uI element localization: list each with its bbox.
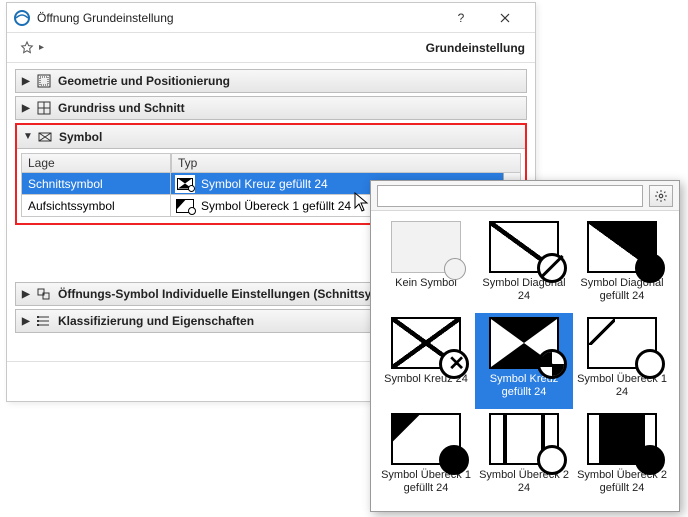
tile-ubereck2-gefuellt[interactable]: Symbol Übereck 2 gefüllt 24 xyxy=(573,409,671,505)
window-title: Öffnung Grundeinstellung xyxy=(37,11,439,25)
classification-icon xyxy=(34,314,54,328)
favorites-dropdown-icon[interactable]: ▸ xyxy=(39,42,44,53)
cell-lage: Aufsichtssymbol xyxy=(21,195,171,217)
default-label: Grundeinstellung xyxy=(426,41,525,55)
tile-kein-symbol[interactable]: Kein Symbol xyxy=(377,217,475,313)
plan-icon xyxy=(34,101,54,115)
section-label: Klassifizierung und Eigenschaften xyxy=(58,314,254,328)
ubereck2-gefuellt-icon xyxy=(587,413,657,465)
tile-ubereck1-gefuellt[interactable]: Symbol Übereck 1 gefüllt 24 xyxy=(377,409,475,505)
diagonal-gefuellt-icon xyxy=(587,221,657,273)
kreuz-icon xyxy=(391,317,461,369)
symbol-palette: Kein Symbol Symbol Diagonal 24 Symbol Di… xyxy=(371,211,679,511)
geometry-icon xyxy=(34,74,54,88)
section-label: Symbol xyxy=(59,130,102,144)
tile-diagonal-gefuellt[interactable]: Symbol Diagonal gefüllt 24 xyxy=(573,217,671,313)
symbol-picker-popup: Kein Symbol Symbol Diagonal 24 Symbol Di… xyxy=(370,180,680,512)
titlebar: Öffnung Grundeinstellung ? xyxy=(7,3,535,33)
collapse-icon: ▶ xyxy=(22,76,34,87)
cell-typ-text: Symbol Kreuz gefüllt 24 xyxy=(201,177,328,191)
expand-icon: ▼ xyxy=(23,131,35,142)
section-symbol[interactable]: ▼ Symbol xyxy=(17,125,525,149)
tile-ubereck1[interactable]: Symbol Übereck 1 24 xyxy=(573,313,671,409)
section-geometry[interactable]: ▶ Geometrie und Positionierung xyxy=(15,69,527,93)
help-button[interactable]: ? xyxy=(439,4,483,32)
kreuz-gefuellt-icon xyxy=(489,317,559,369)
app-icon xyxy=(13,9,31,27)
diagonal-icon xyxy=(489,221,559,273)
kein-symbol-icon xyxy=(391,221,461,273)
section-label: Geometrie und Positionierung xyxy=(58,74,230,88)
tile-ubereck2[interactable]: Symbol Übereck 2 24 xyxy=(475,409,573,505)
symbol-kreuz-gefuellt-icon xyxy=(175,175,195,193)
symbol-ubereck-gefuellt-icon xyxy=(175,197,195,215)
ubereck1-icon xyxy=(587,317,657,369)
tile-kreuz-gefuellt[interactable]: Symbol Kreuz gefüllt 24 xyxy=(475,313,573,409)
section-label: Grundriss und Schnitt xyxy=(58,101,185,115)
custom-settings-icon xyxy=(34,287,54,301)
settings-gear-button[interactable] xyxy=(649,185,673,207)
section-plan[interactable]: ▶ Grundriss und Schnitt xyxy=(15,96,527,120)
ubereck2-icon xyxy=(489,413,559,465)
collapse-icon: ▶ xyxy=(22,289,34,300)
col-typ[interactable]: Typ xyxy=(171,153,521,173)
ubereck1-gefuellt-icon xyxy=(391,413,461,465)
favorites-bar: ▸ Grundeinstellung xyxy=(7,33,535,63)
collapse-icon: ▶ xyxy=(22,103,34,114)
cell-lage: Schnittsymbol xyxy=(21,173,171,195)
tile-diagonal[interactable]: Symbol Diagonal 24 xyxy=(475,217,573,313)
section-label: Öffnungs-Symbol Individuelle Einstellung… xyxy=(58,287,404,301)
tile-label: Kein Symbol xyxy=(395,277,457,290)
symbol-section-icon xyxy=(35,130,55,144)
col-lage[interactable]: Lage xyxy=(21,153,171,173)
tile-kreuz[interactable]: Symbol Kreuz 24 xyxy=(377,313,475,409)
favorite-star-icon[interactable] xyxy=(17,38,37,58)
popup-toolbar xyxy=(371,181,679,211)
collapse-icon: ▶ xyxy=(22,316,34,327)
close-button[interactable] xyxy=(483,4,527,32)
cell-typ-text: Symbol Übereck 1 gefüllt 24 xyxy=(201,199,351,213)
search-input[interactable] xyxy=(377,185,643,207)
